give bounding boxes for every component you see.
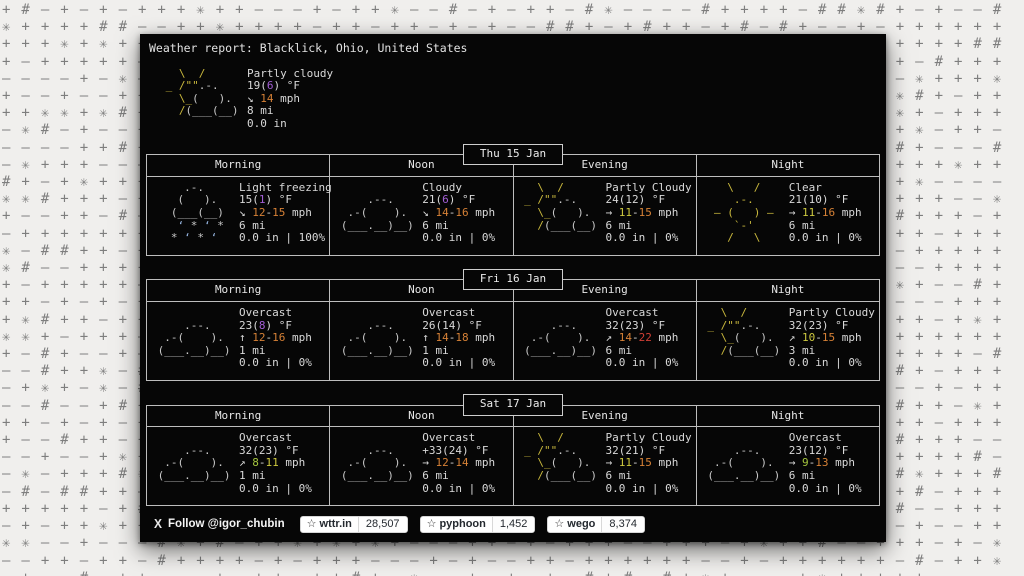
forecast-days: Thu 15 Jan Morning Noon Evening Night .-. ( … [140,143,886,507]
badge-count: 28,507 [357,517,407,532]
weather-icon: \ / _ /"".-. \_( ). /(___(__) [517,431,597,482]
weather-report-title: Weather report: Blacklick, Ohio, United … [149,41,468,55]
weather-icon: .--. .-( ). (___.__)__) [151,443,231,482]
badge-name: wttr.in [319,518,352,530]
weather-details: Clear 21(10) °F → 11-16 mph 6 mi 0.0 in | 0% [788,181,877,250]
weather-icon: .--. .-( ). (___.__)__) [334,443,414,482]
terminal-window: Weather report: Blacklick, Ohio, United … [140,34,886,542]
forecast-table: Morning Noon Evening Night .-. ( ). (___(__… [145,154,881,256]
github-badges: ☆ wttr.in 28,507 ☆ pyphoon 1,452 ☆ wego 8,374 [299,516,645,533]
forecast-table: Morning Noon Evening Night .--. .-( ). (___… [145,404,881,507]
follow-button[interactable]: X Follow @igor_chubin [150,516,289,533]
weather-details: Cloudy 21(6) °F ↘ 14-16 mph 6 mi 0.0 in | 0% [422,181,510,250]
weather-icon: .--. .-( ). (___.__)__) [151,318,231,357]
weather-icon: .--. .-( ). (___.__)__) [334,318,414,357]
forecast-day-section: Sat 17 Jan Morning Noon Evening Night .--. .… [145,393,881,507]
day-label: Sat 17 Jan [462,393,564,416]
weather-detail-line: 0.0 in | 0% [422,356,496,370]
weather-detail-line: 0.0 in | 0% [605,356,679,370]
weather-detail-line: 0.0 in | 0% [422,481,496,495]
weather-details: Partly Cloudy 32(21) °F → 11-15 mph 6 mi 0.0… [605,431,694,500]
badge-count: 1,452 [491,517,535,532]
forecast-table: Morning Noon Evening Night .--. .-( ). (___… [145,279,881,381]
weather-detail-line: 0.0 in | 0% [788,231,862,245]
follow-label: Follow @igor_chubin [168,518,285,531]
weather-detail-line: 0.0 in | 0% [422,231,496,245]
current-weather-details: Partly cloudy 19(6) °F ↘ 14 mph 8 mi 0.0 in [247,67,333,131]
github-star-badge-wttr.in[interactable]: ☆ wttr.in 28,507 [299,516,408,533]
forecast-cell: .--. .-( ). (___.__)__) Overcast 23(8) °F… [145,300,331,381]
weather-icon: .--. .-( ). (___.__)__) [517,318,597,357]
day-label: Thu 15 Jan [462,143,564,166]
forecast-cell: \ / .-. ― ( ) ― `-' / \ Clear 21(10) °F → 1… [695,175,881,256]
forecast-day-section: Fri 16 Jan Morning Noon Evening Night .--. .… [145,268,881,381]
forecast-cell: .-. ( ). (___(__) ‘ * ‘ * * ‘ * ‘Light f… [145,175,332,256]
weather-detail-line: 0.0 in | 0% [239,356,312,370]
forecast-cell: .--. .-( ). (___.__)__) Overcast 32(23) °… [512,300,697,381]
current-conditions: \ / _ /"".-. \_( ). /(___(__) Partly clo… [159,66,886,131]
forecast-cell: .--. .-( ). (___.__)__) Overcast 26(14) °… [329,300,514,381]
weather-detail-line: 0.0 in | 0% [239,481,312,495]
weather-icon: .--. .-( ). (___.__)__) [334,193,414,232]
weather-icon: \ / _ /"".-. \_( ). /(___(__) [700,305,781,357]
github-star-badge-pyphoon[interactable]: ☆ pyphoon 1,452 [419,516,536,533]
forecast-cell: .--. .-( ). (___.__)__) Overcast 23(12) °… [695,426,881,507]
badge-name: wego [567,518,596,530]
weather-detail-line: 0.0 in | 100% [239,231,326,245]
weather-icon: \ / .-. ― ( ) ― `-' / \ [700,180,774,245]
footer-bar: X Follow @igor_chubin ☆ wttr.in 28,507 ☆ pyp… [150,516,878,533]
current-weather-icon: \ / _ /"".-. \_( ). /(___(__) [159,66,239,118]
weather-detail-line: 0.0 in | 0% [788,481,862,495]
weather-detail-line: 0.0 in | 0% [605,231,679,245]
day-label: Fri 16 Jan [462,268,564,291]
badge-name: pyphoon [439,518,486,530]
badge-count: 8,374 [601,517,644,532]
weather-details: Overcast 23(12) °F → 9-13 mph 6 mi 0.0 in | … [788,431,877,500]
star-icon: ☆ [426,518,437,530]
weather-details: Partly Cloudy 24(12) °F → 11-15 mph 6 mi 0.0… [605,181,694,250]
weather-icon: .-. ( ). (___(__) ‘ * ‘ * * ‘ * ‘ [151,180,224,245]
weather-details: Overcast 32(23) °F ↗ 14-22 mph 6 mi 0.0 in |… [605,306,694,375]
x-logo-icon: X [154,516,163,532]
weather-details: Overcast +33(24) °F → 12-14 mph 6 mi 0.0 in … [422,431,510,500]
weather-details: Overcast 32(23) °F ↗ 8-11 mph 1 mi 0.0 in | … [239,431,327,500]
forecast-cell: \ / _ /"".-. \_( ). /(___(__) Partly Clo… [512,175,697,256]
forecast-cell: \ / _ /"".-. \_( ). /(___(__) Partly Clo… [512,426,697,507]
weather-details: Light freezing 15(1) °F ↘ 12-15 mph 6 mi 0.0… [239,181,332,250]
forecast-cell: .--. .-( ). (___.__)__) Overcast 32(23) °… [145,426,331,507]
weather-icon: .--. .-( ). (___.__)__) [700,443,781,482]
weather-details: Partly Cloudy 32(23) °F ↗ 10-15 mph 3 mi 0.0… [788,306,877,375]
weather-details: Overcast 23(8) °F ↑ 12-16 mph 1 mi 0.0 in | … [239,306,327,375]
star-icon: ☆ [554,518,565,530]
github-star-badge-wego[interactable]: ☆ wego 8,374 [547,516,645,533]
star-icon: ☆ [306,518,317,530]
weather-detail-line: 0.0 in | 0% [605,481,679,495]
weather-detail-line: 0.0 in [247,116,287,130]
weather-icon: \ / _ /"".-. \_( ). /(___(__) [517,180,597,232]
weather-details: Overcast 26(14) °F ↑ 14-18 mph 1 mi 0.0 in |… [422,306,510,375]
forecast-day-section: Thu 15 Jan Morning Noon Evening Night .-. ( … [145,143,881,256]
weather-detail-line: 0.0 in | 0% [788,356,862,370]
forecast-cell: .--. .-( ). (___.__)__) Cloudy 21(6) °F ↘ … [329,175,514,256]
forecast-cell: \ / _ /"".-. \_( ). /(___(__) Partly Clo… [695,300,881,381]
forecast-cell: .--. .-( ). (___.__)__) Overcast +33(24) … [329,426,514,507]
